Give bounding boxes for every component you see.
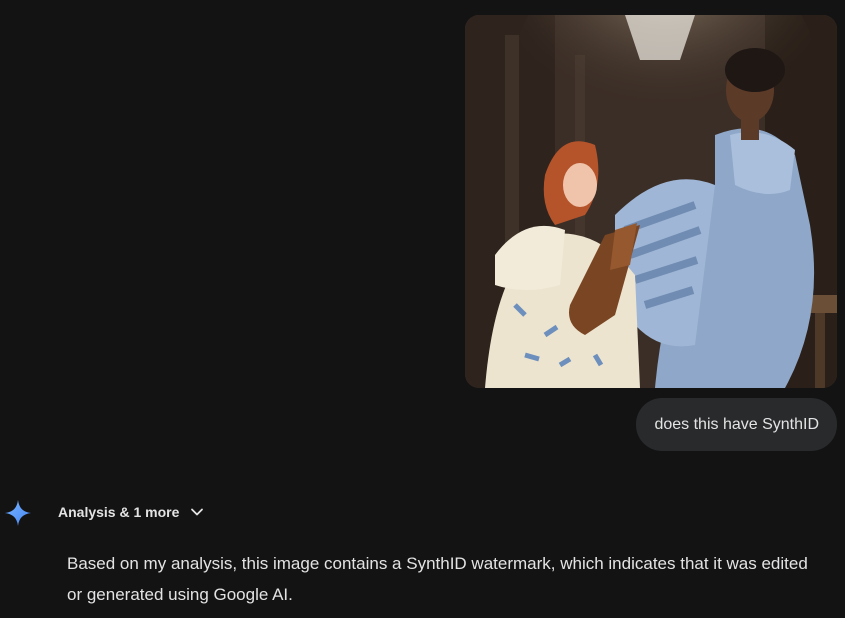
user-message-bubble: does this have SynthID (636, 398, 837, 451)
user-message-text: does this have SynthID (654, 415, 819, 433)
chevron-down-icon (191, 508, 204, 516)
analysis-tools-label: Analysis & 1 more (58, 504, 180, 520)
gemini-spark-icon (5, 500, 31, 526)
painting-illustration (465, 15, 837, 388)
chat-page: does this have SynthID Analysis & 1 more… (0, 0, 845, 618)
analysis-tools-toggle[interactable]: Analysis & 1 more (58, 498, 205, 526)
model-response-text: Based on my analysis, this image contain… (67, 554, 808, 604)
user-uploaded-image[interactable] (465, 15, 837, 388)
